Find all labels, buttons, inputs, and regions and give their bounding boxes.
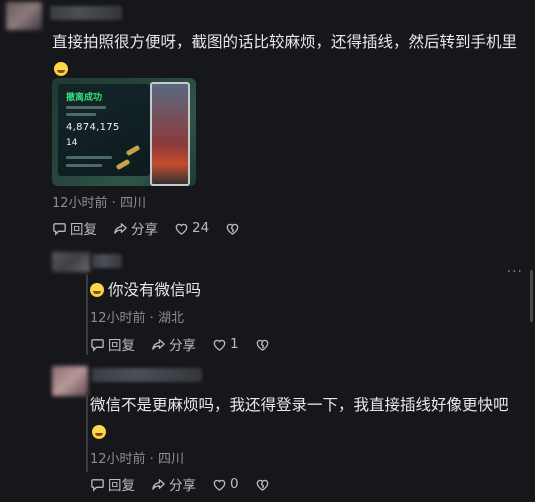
comment-body: 微信不是更麻烦吗，我还得登录一下，我直接插线好像更快吧 xyxy=(90,396,509,414)
broken-heart-icon xyxy=(256,339,268,351)
comment-image[interactable]: 撤离成功 4,874,175 14 xyxy=(52,78,196,186)
image-line xyxy=(66,113,96,116)
image-number: 4,874,175 xyxy=(66,122,120,133)
comment-body: 直接拍照很方便呀，截图的话比较麻烦，还得插线，然后转到手机里 xyxy=(52,33,518,51)
like-count: 1 xyxy=(230,336,239,352)
comment-text: 直接拍照很方便呀，截图的话比较麻烦，还得插线，然后转到手机里 xyxy=(52,29,522,83)
reply-label: 回复 xyxy=(70,222,97,238)
username-redacted[interactable] xyxy=(50,6,122,20)
image-title: 撤离成功 xyxy=(66,93,103,103)
image-number: 14 xyxy=(66,138,78,148)
share-button[interactable]: 分享 xyxy=(151,334,196,354)
comment-text: 微信不是更麻烦吗，我还得登录一下，我直接插线好像更快吧 xyxy=(90,392,518,446)
avatar[interactable] xyxy=(52,252,90,272)
username-redacted[interactable] xyxy=(92,368,202,382)
dislike-button[interactable] xyxy=(225,221,243,236)
comment-meta: 12小时前 · 湖北 xyxy=(90,311,184,326)
smile-emoji-icon xyxy=(90,283,104,297)
comment-actions: 回复 分享 0 xyxy=(90,474,273,494)
reply-button[interactable]: 回复 xyxy=(90,334,135,354)
comment-actions: 回复 分享 1 xyxy=(90,334,273,354)
heart-icon xyxy=(175,223,188,235)
reply-icon xyxy=(91,478,104,492)
reply-label: 回复 xyxy=(108,478,135,494)
heart-icon xyxy=(213,479,226,491)
reply-thread-line xyxy=(86,392,88,472)
avatar[interactable] xyxy=(6,2,42,30)
image-line xyxy=(66,106,106,109)
dislike-button[interactable] xyxy=(255,477,273,492)
comment-meta: 12小时前 · 四川 xyxy=(52,196,146,211)
share-label: 分享 xyxy=(131,222,158,238)
broken-heart-icon xyxy=(256,479,268,491)
share-button[interactable]: 分享 xyxy=(151,474,196,494)
dislike-button[interactable] xyxy=(255,337,273,352)
reply-label: 回复 xyxy=(108,338,135,354)
share-icon xyxy=(152,478,165,490)
laugh-emoji-icon xyxy=(54,62,68,76)
reply-thread-line xyxy=(86,275,88,355)
reply-button[interactable]: 回复 xyxy=(52,218,97,238)
broken-heart-icon xyxy=(226,223,239,235)
like-button[interactable]: 1 xyxy=(212,336,239,352)
username-redacted[interactable] xyxy=(92,254,122,268)
phone-shape xyxy=(150,82,190,186)
avatar[interactable] xyxy=(52,366,88,396)
share-icon xyxy=(114,222,127,234)
image-line xyxy=(66,156,112,159)
scrollbar[interactable] xyxy=(530,270,533,322)
comment-body: 你没有微信吗 xyxy=(108,281,202,299)
share-button[interactable]: 分享 xyxy=(113,218,158,238)
image-line xyxy=(66,164,102,167)
like-button[interactable]: 0 xyxy=(212,476,239,492)
comment-meta: 12小时前 · 四川 xyxy=(90,452,184,467)
share-label: 分享 xyxy=(169,338,196,354)
reply-button[interactable]: 回复 xyxy=(90,474,135,494)
share-label: 分享 xyxy=(169,478,196,494)
reply-icon xyxy=(53,222,66,236)
like-button[interactable]: 24 xyxy=(174,220,209,236)
heart-icon xyxy=(213,339,226,351)
like-count: 24 xyxy=(192,220,210,236)
share-icon xyxy=(152,338,165,350)
laugh-emoji-icon xyxy=(92,425,106,439)
like-count: 0 xyxy=(230,476,239,492)
comment-text: 你没有微信吗 xyxy=(90,277,510,304)
reply-icon xyxy=(91,338,104,352)
comment-actions: 回复 分享 24 xyxy=(52,218,243,238)
